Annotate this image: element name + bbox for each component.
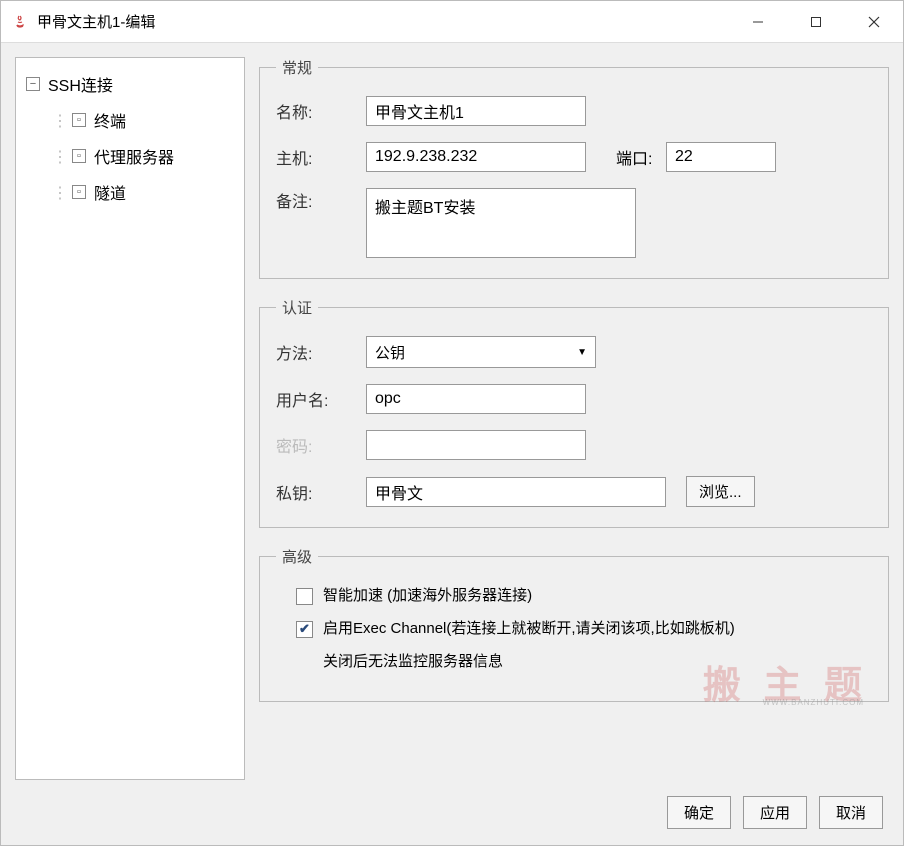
accel-label: 智能加速 (加速海外服务器连接) (323, 585, 532, 608)
method-value: 公钥 (375, 342, 405, 363)
leaf-icon: ▫ (72, 149, 86, 163)
apply-button[interactable]: 应用 (743, 796, 807, 829)
tree-label: 隧道 (94, 180, 126, 204)
tree-connector-icon: ⋮ (52, 147, 68, 166)
port-input[interactable] (666, 142, 776, 172)
window-controls (729, 1, 903, 42)
tree-item-proxy[interactable]: ⋮ ▫ 代理服务器 (20, 138, 240, 174)
tree-label: 代理服务器 (94, 144, 174, 168)
java-app-icon (11, 13, 29, 31)
tree-root-ssh[interactable]: − SSH连接 (20, 66, 240, 102)
tree-item-terminal[interactable]: ⋮ ▫ 终端 (20, 102, 240, 138)
username-input[interactable] (366, 384, 586, 414)
collapse-icon: − (26, 77, 40, 91)
chevron-down-icon: ▼ (577, 347, 587, 358)
ok-button[interactable]: 确定 (667, 796, 731, 829)
name-label: 名称: (276, 99, 366, 123)
dialog-footer: 确定 应用 取消 (1, 780, 903, 845)
minimize-button[interactable] (729, 1, 787, 42)
watermark-url: WWW.BANZHUTI.COM (763, 698, 864, 707)
legend-general: 常规 (276, 57, 318, 78)
sidebar-tree: − SSH连接 ⋮ ▫ 终端 ⋮ ▫ 代理服务器 ⋮ ▫ 隧道 (15, 57, 245, 780)
content-area: − SSH连接 ⋮ ▫ 终端 ⋮ ▫ 代理服务器 ⋮ ▫ 隧道 常规 (1, 43, 903, 780)
privatekey-input[interactable] (366, 477, 666, 507)
remark-label: 备注: (276, 188, 366, 212)
accel-checkbox[interactable] (296, 588, 313, 605)
cancel-button[interactable]: 取消 (819, 796, 883, 829)
window-title: 甲骨文主机1-编辑 (37, 11, 155, 32)
window: 甲骨文主机1-编辑 − SSH连接 ⋮ ▫ 终端 ⋮ (0, 0, 904, 846)
method-label: 方法: (276, 340, 366, 364)
close-button[interactable] (845, 1, 903, 42)
titlebar: 甲骨文主机1-编辑 (1, 1, 903, 43)
user-label: 用户名: (276, 387, 366, 411)
main-panel: 常规 名称: 主机: 端口: 备注: 认证 (259, 57, 889, 780)
tree-connector-icon: ⋮ (52, 183, 68, 202)
fieldset-advanced: 高级 智能加速 (加速海外服务器连接) 启用Exec Channel(若连接上就… (259, 546, 889, 702)
tree-item-tunnel[interactable]: ⋮ ▫ 隧道 (20, 174, 240, 210)
legend-advanced: 高级 (276, 546, 318, 567)
name-input[interactable] (366, 96, 586, 126)
password-label: 密码: (276, 433, 366, 457)
password-input[interactable] (366, 430, 586, 460)
exec-note: 关闭后无法监控服务器信息 (276, 650, 872, 671)
port-label: 端口: (616, 145, 666, 169)
tree-connector-icon: ⋮ (52, 111, 68, 130)
maximize-button[interactable] (787, 1, 845, 42)
tree-label: 终端 (94, 108, 126, 132)
host-input[interactable] (366, 142, 586, 172)
fieldset-general: 常规 名称: 主机: 端口: 备注: (259, 57, 889, 279)
host-label: 主机: (276, 145, 366, 169)
fieldset-auth: 认证 方法: 公钥 ▼ 用户名: 密码: 私钥: (259, 297, 889, 528)
tree-root-label: SSH连接 (48, 72, 113, 96)
method-dropdown[interactable]: 公钥 ▼ (366, 336, 596, 368)
leaf-icon: ▫ (72, 113, 86, 127)
remark-textarea[interactable] (366, 188, 636, 258)
privatekey-label: 私钥: (276, 480, 366, 504)
legend-auth: 认证 (276, 297, 318, 318)
exec-channel-checkbox[interactable] (296, 621, 313, 638)
browse-button[interactable]: 浏览... (686, 476, 755, 507)
leaf-icon: ▫ (72, 185, 86, 199)
exec-label: 启用Exec Channel(若连接上就被断开,请关闭该项,比如跳板机) (323, 618, 735, 641)
